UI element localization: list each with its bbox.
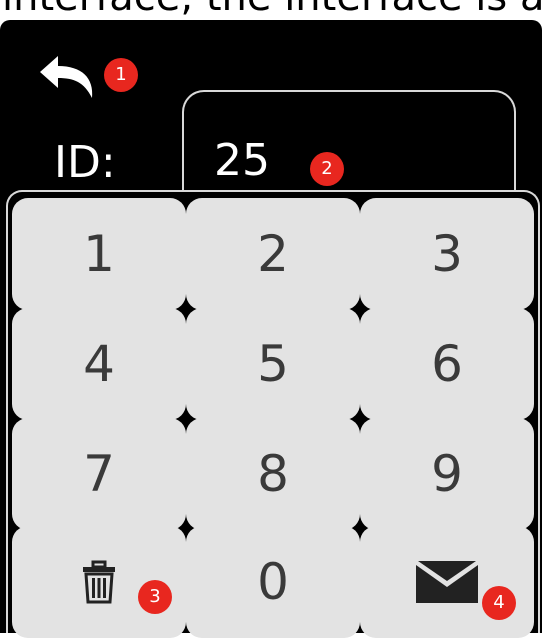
keypad: 1 2 3 4 5 6 7 8 9 0 3 4: [6, 190, 540, 638]
back-button[interactable]: [36, 50, 106, 104]
send-button[interactable]: [360, 526, 534, 638]
back-arrow-icon: [40, 56, 93, 98]
key-2[interactable]: 2: [186, 198, 360, 310]
trash-icon: [83, 560, 115, 604]
key-9[interactable]: 9: [360, 418, 534, 530]
marker-badge-4: 4: [482, 586, 516, 620]
key-6[interactable]: 6: [360, 308, 534, 420]
key-5[interactable]: 5: [186, 308, 360, 420]
marker-badge-2: 2: [310, 152, 344, 186]
id-label: ID:: [54, 137, 116, 188]
caption-strip: interface, the interface is as: [0, 0, 542, 20]
key-1[interactable]: 1: [12, 198, 186, 310]
key-8[interactable]: 8: [186, 418, 360, 530]
id-value: 25: [214, 135, 270, 186]
key-4[interactable]: 4: [12, 308, 186, 420]
marker-badge-3: 3: [138, 580, 172, 614]
key-0[interactable]: 0: [186, 526, 360, 638]
key-3[interactable]: 3: [360, 198, 534, 310]
envelope-icon: [416, 561, 478, 603]
caption-text: interface, the interface is as: [2, 0, 542, 20]
id-entry-screen: 1 ID: 25 2 1 2 3 4 5 6 7 8 9 0 3 4: [0, 20, 542, 638]
key-7[interactable]: 7: [12, 418, 186, 530]
marker-badge-1: 1: [104, 58, 138, 92]
